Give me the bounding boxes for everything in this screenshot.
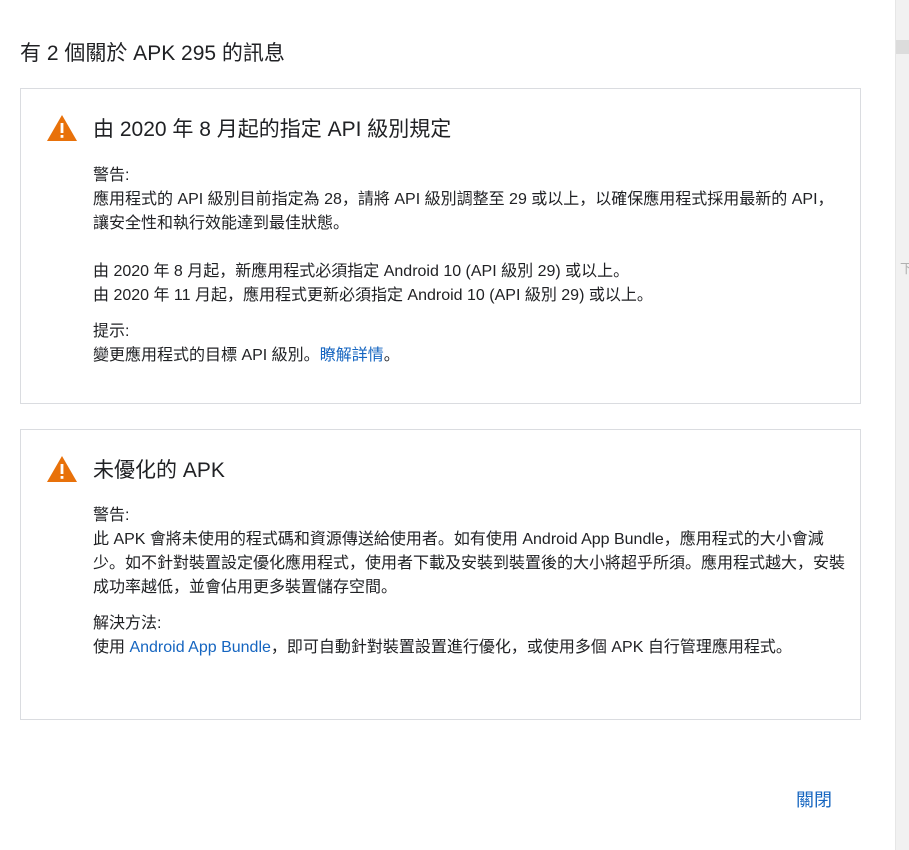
message-card-unoptimized-apk: 未優化的 APK 警告: 此 APK 會將未使用的程式碼和資源傳送給使用者。如有… <box>20 429 861 720</box>
card-title: 未優化的 APK <box>93 459 225 482</box>
warning-label: 警告: <box>93 167 130 184</box>
warning-icon <box>47 456 77 482</box>
android-app-bundle-link[interactable]: Android App Bundle <box>129 639 270 656</box>
solution-prefix: 使用 <box>93 639 130 656</box>
card-header: 未優化的 APK <box>46 454 225 484</box>
solution-suffix: ，即可自動針對裝置設置進行優化，或使用多個 APK 自行管理應用程式。 <box>270 639 792 656</box>
close-button[interactable]: 關閉 <box>786 780 842 818</box>
tip-text: 變更應用程式的目標 API 級別。 <box>93 347 320 364</box>
dialog-title: 有 2 個關於 APK 295 的訊息 <box>20 42 285 65</box>
card-header: 由 2020 年 8 月起的指定 API 級別規定 <box>46 113 451 143</box>
tip-line: 變更應用程式的目標 API 級別。瞭解詳情。 <box>93 344 849 368</box>
warning-label: 警告: <box>93 507 130 524</box>
tip-end: 。 <box>383 347 400 364</box>
rule-text: 由 2020 年 8 月起，新應用程式必須指定 Android 10 (API … <box>93 263 630 280</box>
solution-label: 解決方法: <box>93 615 162 632</box>
apk-messages-dialog: 有 2 個關於 APK 295 的訊息 由 2020 年 8 月起的指定 API… <box>0 0 895 850</box>
background-page-edge: 下 <box>895 0 909 850</box>
message-card-target-api: 由 2020 年 8 月起的指定 API 級別規定 警告: 應用程式的 API … <box>20 88 861 404</box>
warning-icon <box>47 115 77 141</box>
learn-more-link[interactable]: 瞭解詳情 <box>320 347 384 364</box>
tip-label: 提示: <box>93 323 130 340</box>
solution-line: 使用 Android App Bundle，即可自動針對裝置設置進行優化，或使用… <box>93 636 849 660</box>
rule-text: 由 2020 年 11 月起，應用程式更新必須指定 Android 10 (AP… <box>93 287 653 304</box>
background-bar <box>896 40 909 54</box>
card-body: 警告: 此 APK 會將未使用的程式碼和資源傳送給使用者。如有使用 Androi… <box>93 504 849 660</box>
card-title: 由 2020 年 8 月起的指定 API 級別規定 <box>93 118 452 141</box>
card-body: 警告: 應用程式的 API 級別目前指定為 28，請將 API 級別調整至 29… <box>93 164 849 368</box>
warning-text: 此 APK 會將未使用的程式碼和資源傳送給使用者。如有使用 Android Ap… <box>93 531 846 596</box>
warning-text: 應用程式的 API 級別目前指定為 28，請將 API 級別調整至 29 或以上… <box>93 191 834 232</box>
background-glyph: 下 <box>900 261 909 276</box>
